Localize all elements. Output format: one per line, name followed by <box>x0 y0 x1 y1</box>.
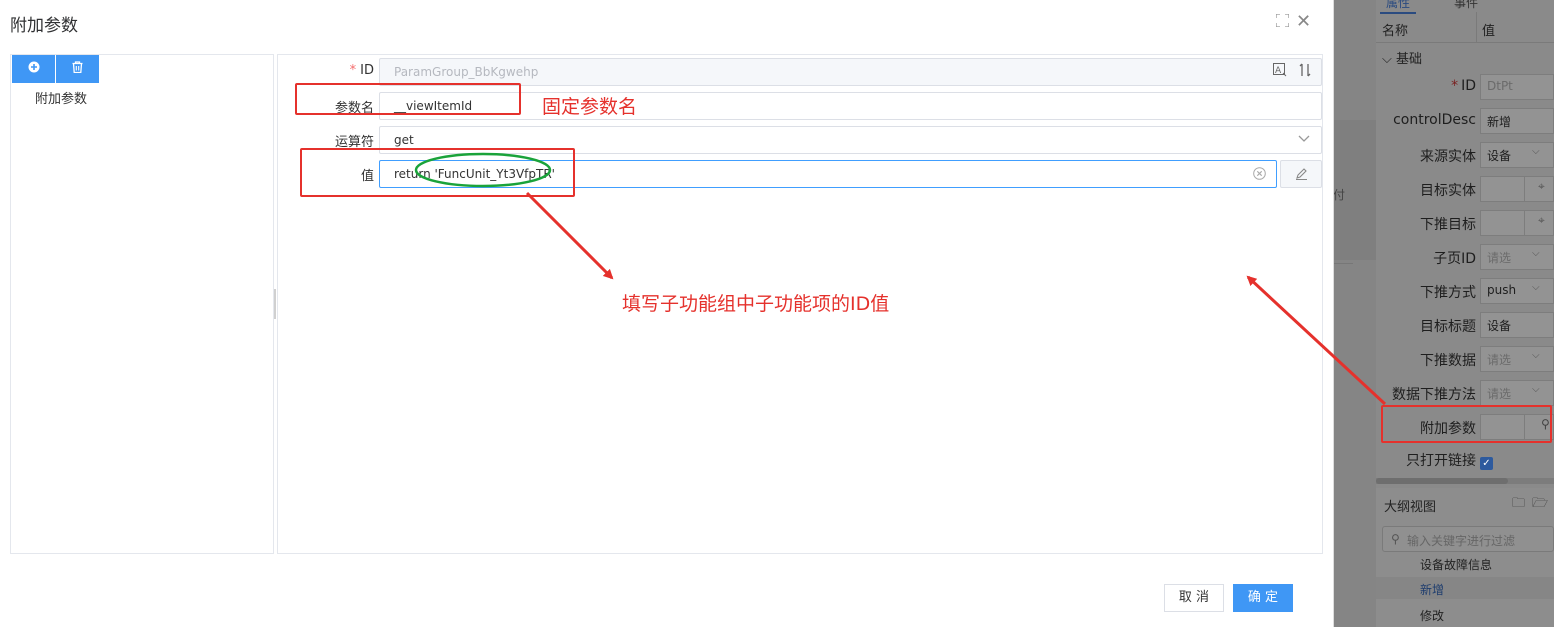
clear-icon[interactable] <box>1253 167 1266 184</box>
chevron-down-icon: ⌵ <box>1532 350 1540 361</box>
prop-label: 下推数据 <box>1420 353 1476 369</box>
outline-title: 大纲视图 <box>1384 500 1437 515</box>
group-basic[interactable]: ⌵ 基础 <box>1382 48 1422 67</box>
annotation-fill-id-hint: 填写子功能组中子功能项的ID值 <box>622 293 890 315</box>
prop-value: 设备 <box>1487 319 1512 333</box>
prop-label: 子页ID <box>1433 251 1476 267</box>
chevron-down-icon: ⌵ <box>1532 282 1540 293</box>
annotation-fixed-param-name: 固定参数名 <box>542 96 638 118</box>
location-pin-icon[interactable]: ⌖ <box>1538 179 1545 194</box>
dialog-title: 附加参数 <box>10 16 78 36</box>
folder-icon[interactable]: 🗀 <box>1512 494 1525 516</box>
outline-search-input[interactable]: ⚲ 输入关键字进行过滤 <box>1382 526 1554 552</box>
panel-divider-area: 付 <box>1333 0 1376 627</box>
prop-label: 目标实体 <box>1420 183 1476 199</box>
cancel-button[interactable]: 取 消 <box>1164 584 1224 612</box>
edit-value-button[interactable] <box>1280 160 1322 188</box>
chevron-down-icon: ⌵ <box>1532 384 1540 395</box>
prop-label: ID <box>1461 78 1476 94</box>
prop-value: 请选 <box>1487 251 1512 265</box>
prop-value: push <box>1487 283 1517 297</box>
annotation-box-value <box>300 148 575 197</box>
sort-icon[interactable] <box>1299 63 1311 81</box>
outline-view: 大纲视图 🗀 🗁 ⚲ 输入关键字进行过滤 设备故障信息 新增 修改 <box>1376 488 1554 627</box>
add-button[interactable] <box>12 55 55 83</box>
property-panel: 付 属性 事件 名称 值 ⌵ 基础 * ID DtPt controlDesc 新… <box>1333 0 1554 627</box>
annotation-box-extra-params <box>1381 405 1552 443</box>
tree-item-extra-params[interactable]: 附加参数 <box>35 88 87 107</box>
location-pin-icon[interactable]: ⌖ <box>1538 213 1545 228</box>
prop-label: controlDesc <box>1393 112 1476 128</box>
property-table-header: 名称 值 <box>1376 12 1554 43</box>
annotation-box-param-name <box>295 83 521 115</box>
prop-row-id: * ID DtPt <box>1376 70 1554 104</box>
checkbox-label: 只打开链接 <box>1406 453 1476 469</box>
close-icon[interactable]: ✕ <box>1296 11 1311 32</box>
horizontal-scrollbar[interactable] <box>1376 478 1554 484</box>
prop-row-push-mode: 下推方式 push ⌵ <box>1376 274 1554 308</box>
column-name: 名称 <box>1382 24 1409 39</box>
prop-row-target-title: 目标标题 设备 <box>1376 308 1554 342</box>
prop-value: 请选 <box>1487 353 1512 367</box>
chevron-down-icon: ⌵ <box>1532 146 1540 157</box>
tab-events[interactable]: 事件 <box>1454 0 1478 11</box>
prop-row-target-entity: 目标实体 ⌖ <box>1376 172 1554 206</box>
prop-value: 请选 <box>1487 387 1512 401</box>
operator-value: get <box>394 133 414 147</box>
prop-row-source-entity: 来源实体 设备 ⌵ <box>1376 138 1554 172</box>
prop-label: 下推方式 <box>1420 285 1476 301</box>
prop-row-subpage-id: 子页ID 请选 ⌵ <box>1376 240 1554 274</box>
prop-row-push-data: 下推数据 请选 ⌵ <box>1376 342 1554 376</box>
id-field[interactable]: ParamGroup_BbKgwehp A <box>379 58 1322 86</box>
param-group-list: 附加参数 <box>10 54 274 554</box>
tree-item[interactable]: 设备故障信息 <box>1420 556 1492 573</box>
id-value: ParamGroup_BbKgwehp <box>394 65 539 79</box>
column-value: 值 <box>1482 24 1496 39</box>
tab-properties[interactable]: 属性 <box>1379 0 1417 14</box>
search-icon: ⚲ <box>1391 532 1400 546</box>
prop-label: 目标标题 <box>1420 319 1476 335</box>
prop-value: 设备 <box>1487 149 1512 163</box>
prop-row-push-target: 下推目标 ⌖ <box>1376 206 1554 240</box>
id-label: ID <box>360 63 374 78</box>
plus-circle-icon <box>28 61 39 73</box>
checkmark-icon[interactable]: ✓ <box>1480 457 1493 470</box>
property-main: 属性 事件 名称 值 ⌵ 基础 * ID DtPt controlDesc 新增 … <box>1376 0 1554 627</box>
folder-open-icon[interactable]: 🗁 <box>1532 494 1548 516</box>
maximize-icon[interactable] <box>1275 13 1290 28</box>
prop-value: 新增 <box>1487 115 1512 129</box>
chevron-down-icon: ⌵ <box>1382 52 1392 67</box>
ghost-text: 付 <box>1333 188 1346 202</box>
search-placeholder: 输入关键字进行过滤 <box>1407 534 1516 548</box>
chevron-down-icon: ⌵ <box>1532 248 1540 259</box>
chevron-down-icon <box>1298 132 1310 147</box>
edit-icon <box>1295 167 1308 184</box>
delete-button[interactable] <box>56 55 99 83</box>
trash-icon <box>72 61 83 74</box>
ok-button[interactable]: 确 定 <box>1233 584 1293 612</box>
text-format-icon[interactable]: A <box>1273 63 1287 81</box>
prop-label: 数据下推方法 <box>1392 387 1476 403</box>
tree-item-selected[interactable]: 新增 <box>1420 581 1444 598</box>
prop-row-controldesc: controlDesc 新增 <box>1376 104 1554 138</box>
prop-value: DtPt <box>1487 79 1513 93</box>
prop-label: 下推目标 <box>1420 217 1476 233</box>
prop-label: 来源实体 <box>1420 149 1476 165</box>
tree-item[interactable]: 修改 <box>1420 607 1444 624</box>
svg-text:A: A <box>1275 66 1282 76</box>
group-label: 基础 <box>1396 52 1423 67</box>
open-link-only-checkbox[interactable]: 只打开链接 ✓ <box>1406 450 1493 470</box>
